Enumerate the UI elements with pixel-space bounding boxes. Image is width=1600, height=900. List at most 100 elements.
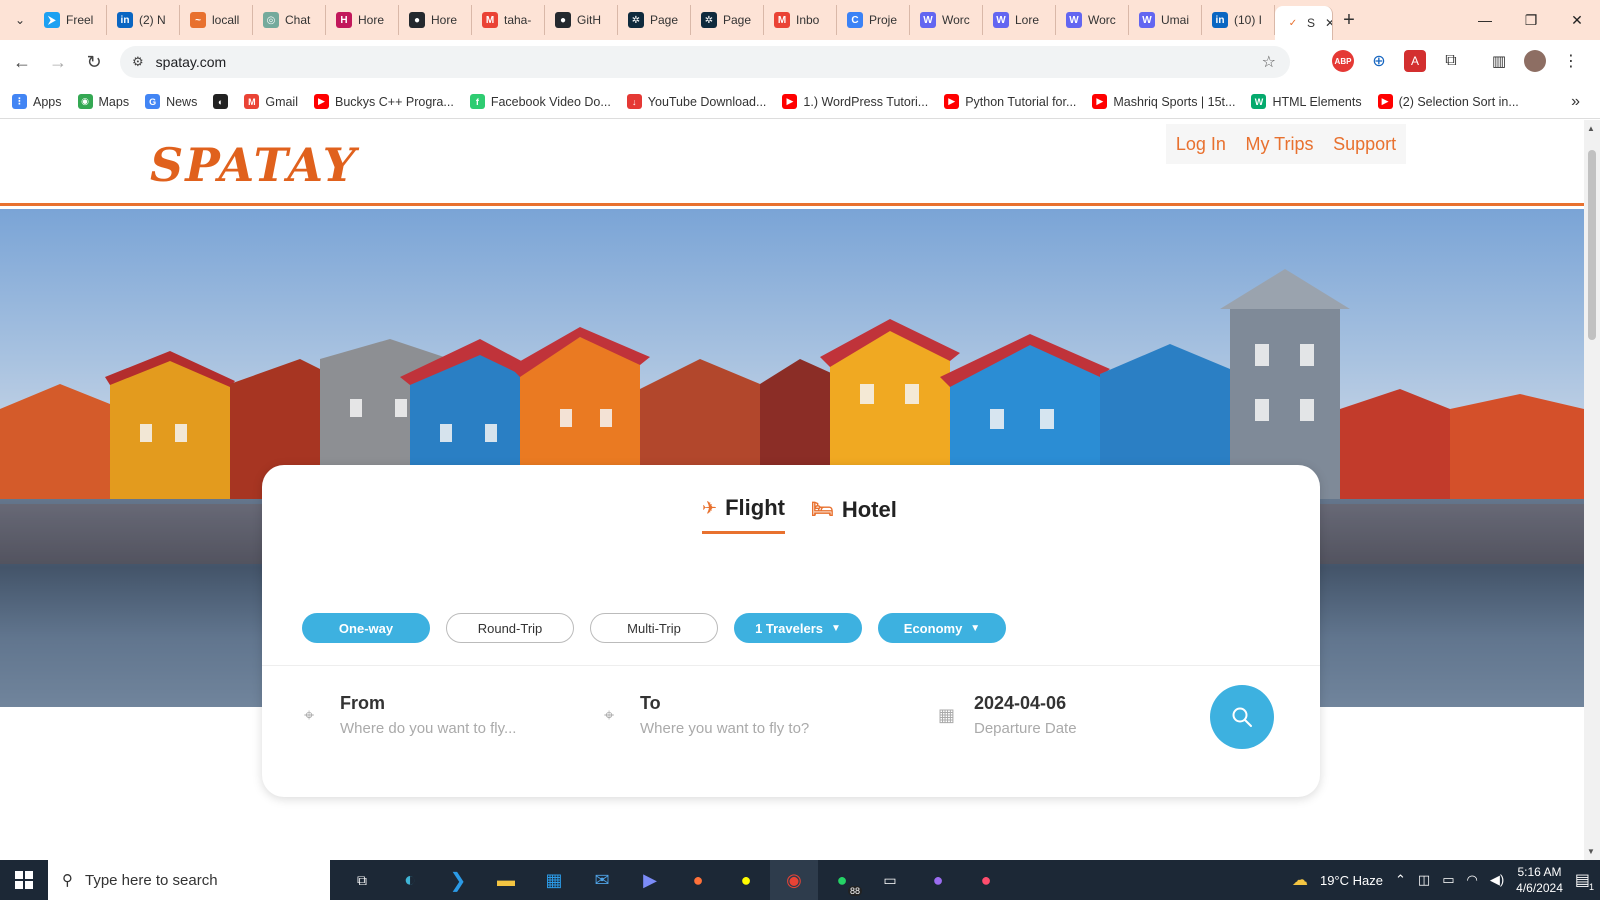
pdf-extension-icon[interactable]: A [1404,50,1426,72]
weather-text[interactable]: 19°C Haze [1320,873,1383,888]
browser-tab[interactable]: in (10) I [1202,5,1275,35]
browser-tab[interactable]: H Hore [326,5,399,35]
extension-globe-icon[interactable]: ⊕ [1368,50,1390,72]
bookmark-item[interactable]: ▶ (2) Selection Sort in... [1377,94,1519,109]
new-tab-button[interactable]: + [1333,9,1365,32]
browser-tab[interactable]: in (2) N [107,5,180,35]
back-icon[interactable]: ← [4,45,40,81]
browser-tab[interactable]: ● Hore [399,5,472,35]
bookmark-item[interactable]: W HTML Elements [1251,94,1362,109]
webcam-icon[interactable]: ◫ [1418,872,1430,888]
scroll-up-icon[interactable]: ▲ [1587,124,1595,133]
chrome-icon[interactable]: ◉ [770,860,818,900]
taskbar-search[interactable]: ⚲ Type here to search [48,860,330,900]
from-input[interactable]: Where do you want to fly... [340,720,516,737]
site-logo[interactable]: SPATAY [150,138,358,192]
bookmark-item[interactable]: ⋮ Apps [12,94,62,109]
browser-tab[interactable]: W Worc [910,5,983,35]
url-text[interactable]: spatay.com [156,54,227,70]
browser-tab[interactable]: Mtaha- [472,5,545,35]
battery-icon[interactable]: ▭ [1442,872,1454,888]
bookmark-item[interactable]: f Facebook Video Do... [469,94,611,109]
tab-hotel[interactable]: 🛏 Hotel [811,495,897,534]
adblock-icon[interactable]: ABP [1332,50,1354,72]
one-way-button[interactable]: One-way [302,613,430,643]
to-field[interactable]: ⌖ To Where you want to fly to? [604,693,809,737]
browser-tab[interactable]: W Umai [1129,5,1202,35]
side-panel-icon[interactable]: ▥ [1488,50,1510,72]
bookmark-item[interactable]: ▶ Buckys C++ Progra... [314,94,454,109]
taskbar-search-placeholder[interactable]: Type here to search [85,872,218,889]
browser-tab[interactable]: ✲ Page [691,5,764,35]
browser-tab[interactable]: ~ locall [180,5,253,35]
tray-overflow-icon[interactable]: ⌃ [1395,872,1406,888]
scroll-down-icon[interactable]: ▼ [1587,847,1595,856]
reload-icon[interactable]: ↻ [76,45,112,81]
omnibox[interactable]: ⚙ spatay.com ☆ [120,46,1290,78]
scrollbar-thumb[interactable] [1588,150,1596,340]
tab-active[interactable]: ✓ S ✕ [1275,6,1333,40]
my-trips-link[interactable]: My Trips [1245,134,1313,155]
browser-tab[interactable]: W Worc [1056,5,1129,35]
tab-flight[interactable]: ✈ Flight [702,495,785,534]
minimize-icon[interactable]: — [1462,0,1508,40]
profile-avatar[interactable] [1524,50,1546,72]
browser-tab[interactable]: ✲ Page [618,5,691,35]
from-field[interactable]: ⌖ From Where do you want to fly... [304,693,516,737]
wifi-icon[interactable]: ◠ [1466,872,1477,888]
github-desktop-icon[interactable]: ● [914,860,962,900]
forward-icon[interactable]: → [40,45,76,81]
site-info-icon[interactable]: ⚙ [132,54,144,70]
power-automate-icon[interactable]: ▶ [626,860,674,900]
clock[interactable]: 5:16 AM 4/6/2024 [1516,864,1563,896]
search-button[interactable] [1210,685,1274,749]
multi-trip-button[interactable]: Multi-Trip [590,613,718,643]
notification-icon[interactable]: ▤ 1 [1575,870,1594,892]
file-explorer-icon[interactable]: ▬ [482,860,530,900]
travelers-dropdown[interactable]: 1 Travelers ▼ [734,613,862,643]
store-icon[interactable]: ▦ [530,860,578,900]
restore-icon[interactable]: ❐ [1508,0,1554,40]
creative-cloud-icon[interactable]: ● [962,860,1010,900]
mail-icon[interactable]: ✉ [578,860,626,900]
firefox-icon[interactable]: ● [674,860,722,900]
extensions-puzzle-icon[interactable]: ⧉ [1440,50,1462,72]
login-link[interactable]: Log In [1176,134,1226,155]
menu-kebab-icon[interactable]: ⋮ [1560,50,1582,72]
browser-tab[interactable]: C Proje [837,5,910,35]
bookmarks-overflow-icon[interactable]: » [1571,93,1580,111]
edge-icon[interactable]: ◐ [386,860,434,900]
whatsapp-icon[interactable]: ● 88 [818,860,866,900]
bookmark-item[interactable]: ▶ Python Tutorial for... [944,94,1076,109]
support-link[interactable]: Support [1333,134,1396,155]
date-field[interactable]: ▦ 2024-04-06 Departure Date [938,693,1077,737]
bookmark-item[interactable]: ◉ Maps [77,94,129,109]
close-window-icon[interactable]: ✕ [1554,0,1600,40]
bookmark-item[interactable]: ◐ [213,94,229,109]
bookmark-item[interactable]: G News [145,94,197,109]
bookmark-item[interactable]: M Gmail [244,94,298,109]
browser-tab[interactable]: ● GitH [545,5,618,35]
cabin-dropdown[interactable]: Economy ▼ [878,613,1006,643]
browser-tab[interactable]: ⮞ Freel [34,5,107,35]
volume-icon[interactable]: ◀) [1490,872,1504,888]
bookmark-item[interactable]: ▶ 1.) WordPress Tutori... [782,94,928,109]
browser-tab[interactable]: M Inbo [764,5,837,35]
vscode-icon[interactable]: ❯ [434,860,482,900]
bookmark-item[interactable]: ▶ Mashriq Sports | 15t... [1092,94,1235,109]
page-scrollbar[interactable]: ▲ ▼ [1584,120,1600,860]
browser-tab[interactable]: ◎ Chat [253,5,326,35]
weather-icon[interactable]: ☁ [1292,870,1308,890]
browser-tab[interactable]: W Lore [983,5,1056,35]
bookmark-star-icon[interactable]: ☆ [1262,52,1276,72]
tab-search-chevron-icon[interactable]: ⌄ [6,6,34,34]
windows-start-icon[interactable] [0,860,48,900]
bookmark-item[interactable]: ↓ YouTube Download... [626,94,766,109]
to-input[interactable]: Where you want to fly to? [640,720,809,737]
close-tab-icon[interactable]: ✕ [1325,16,1332,30]
terminal-icon[interactable]: ▭ [866,860,914,900]
round-trip-button[interactable]: Round-Trip [446,613,574,643]
departure-date-value[interactable]: 2024-04-06 [974,693,1077,714]
task-view-icon[interactable]: ⧉ [338,860,386,900]
snapchat-icon[interactable]: ● [722,860,770,900]
